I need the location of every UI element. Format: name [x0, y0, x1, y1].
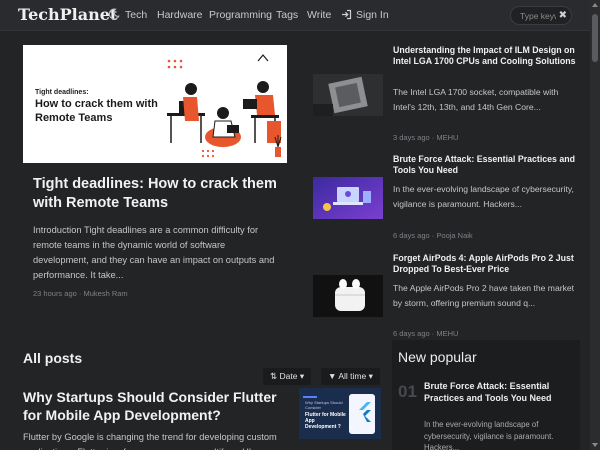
nav-link-write[interactable]: Write [307, 9, 331, 21]
brand-logo[interactable]: TechPlanet [18, 5, 117, 24]
all-posts-heading: All posts [23, 350, 83, 366]
popular-item-excerpt: In the ever-evolving landscape of cybers… [424, 420, 554, 450]
search-box[interactable]: ✖ [510, 6, 572, 25]
side-article-author[interactable]: Pooja Naik [436, 231, 472, 240]
featured-image-title: How to crack them with [35, 98, 158, 110]
scrollbar-thumb[interactable] [592, 14, 598, 62]
featured-meta: 23 hours ago · Mukesh Ram [33, 289, 128, 298]
brute-force-image [313, 177, 383, 219]
side-article-title[interactable]: Forget AirPods 4: Apple AirPods Pro 2 Ju… [393, 253, 583, 275]
caret-down-icon: ▾ [299, 371, 305, 381]
caret-down-icon: ▾ [368, 371, 373, 381]
popular-rank: 01 [398, 382, 417, 401]
sign-in-link[interactable]: Sign In [356, 9, 389, 21]
side-article-meta: 6 days ago · Pooja Naik [393, 231, 473, 240]
featured-author[interactable]: Mukesh Ram [83, 289, 127, 298]
featured-image[interactable]: Tight deadlines: How to crack them with … [23, 45, 287, 163]
nav-link-hardware[interactable]: Hardware [157, 9, 203, 21]
featured-article[interactable]: Tight deadlines: How to crack them with … [23, 45, 287, 298]
sort-date-button[interactable]: ⇅ Date ▾ [263, 368, 312, 385]
side-article-excerpt: The Apple AirPods Pro 2 have taken the m… [393, 283, 575, 308]
scroll-up-arrow-icon[interactable] [592, 3, 598, 7]
side-article-author[interactable]: MEHU [436, 329, 458, 338]
airpods-image [313, 275, 383, 317]
clear-search-icon[interactable]: ✖ [559, 8, 567, 24]
nav-link-tags[interactable]: Tags [276, 9, 298, 21]
side-article-thumbnail[interactable] [313, 275, 383, 317]
scroll-down-arrow-icon[interactable] [592, 443, 598, 447]
post-thumb-caption: Why Startups Should Consider [305, 400, 343, 410]
popular-item-title[interactable]: Brute Force Attack: Essential Practices … [424, 381, 574, 404]
moon-icon[interactable] [108, 8, 120, 20]
featured-image-title-2: Remote Teams [35, 112, 113, 124]
nav-link-tech[interactable]: Tech [125, 9, 147, 21]
post-title[interactable]: Why Startups Should Consider Flutter for… [23, 388, 293, 424]
sort-icon: ⇅ [270, 371, 278, 381]
new-popular-heading: New popular [398, 349, 477, 365]
side-article-thumbnail[interactable] [313, 177, 383, 219]
side-article-excerpt: In the ever-evolving landscape of cybers… [393, 184, 574, 209]
post-thumb-text: Flutter for Mobile App Development ? [305, 412, 346, 430]
post-excerpt: Flutter by Google is changing the trend … [23, 432, 277, 450]
filter-icon: ▼ [328, 371, 337, 381]
featured-date: 23 hours ago [33, 289, 77, 298]
sign-in-icon[interactable] [341, 9, 352, 20]
side-article-date: 6 days ago [393, 231, 430, 240]
top-navbar: TechPlanet Tech Hardware Programming Tag… [0, 0, 600, 31]
post-thumbnail[interactable]: Why Startups Should Consider Flutter for… [299, 388, 381, 439]
side-article-meta: 3 days ago · MEHU [393, 133, 459, 142]
featured-title[interactable]: Tight deadlines: How to crack them with … [33, 175, 283, 213]
cpu-socket-image [313, 74, 383, 116]
remote-team-illustration [167, 54, 282, 158]
nav-link-programming[interactable]: Programming [209, 9, 272, 21]
time-range-button[interactable]: ▼ All time ▾ [321, 368, 380, 385]
side-article[interactable]: Understanding the Impact of ILM Design o… [313, 45, 583, 145]
featured-excerpt: Introduction Tight deadlines are a commo… [33, 225, 275, 280]
side-article[interactable]: Brute Force Attack: Essential Practices … [313, 154, 583, 244]
new-popular-panel: New popular 01 Brute Force Attack: Essen… [392, 340, 580, 450]
side-article-date: 6 days ago [393, 329, 430, 338]
side-article-author[interactable]: MEHU [436, 133, 458, 142]
side-article-thumbnail[interactable] [313, 74, 383, 116]
page-scrollbar[interactable] [590, 0, 600, 450]
side-article-excerpt: The Intel LGA 1700 socket, compatible wi… [393, 87, 559, 112]
featured-image-tag: Tight deadlines: [35, 89, 89, 96]
side-article-title[interactable]: Brute Force Attack: Essential Practices … [393, 154, 583, 176]
side-article[interactable]: Forget AirPods 4: Apple AirPods Pro 2 Ju… [313, 253, 583, 343]
search-input[interactable] [520, 10, 556, 22]
side-article-title[interactable]: Understanding the Impact of ILM Design o… [393, 45, 583, 67]
side-article-meta: 6 days ago · MEHU [393, 329, 459, 338]
side-article-date: 3 days ago [393, 133, 430, 142]
